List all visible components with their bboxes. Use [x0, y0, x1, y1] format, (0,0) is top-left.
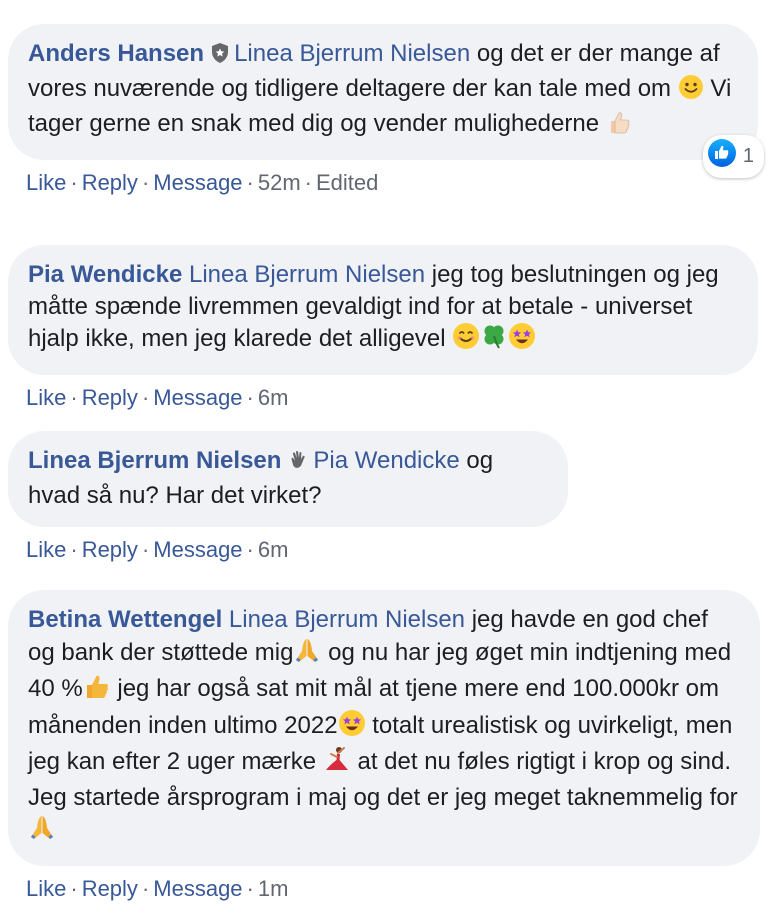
folded-hands-emoji-icon	[28, 813, 56, 850]
comment-text: at det nu føles rigtigt i krop og sind.	[350, 748, 732, 775]
comment: Anders Hansen Linea Bjerrum Nielsen og de…	[8, 24, 764, 196]
star-struck-emoji-icon	[338, 709, 366, 746]
woman-dancing-emoji-icon	[323, 745, 351, 782]
separator: ·	[304, 169, 312, 195]
four-leaf-clover-emoji-icon	[480, 322, 508, 359]
like-link[interactable]: Like	[26, 385, 66, 410]
comment-timestamp[interactable]: 6m	[258, 537, 289, 562]
like-link[interactable]: Like	[26, 170, 66, 195]
comment-mention[interactable]: Pia Wendicke	[313, 447, 459, 474]
waving-hand-badge-icon	[287, 448, 309, 480]
comment-mention[interactable]: Linea Bjerrum Nielsen	[234, 40, 470, 67]
reply-link[interactable]: Reply	[82, 876, 138, 901]
thumbs-up-emoji-icon	[83, 672, 111, 709]
separator: ·	[246, 169, 254, 195]
comment: Betina Wettengel Linea Bjerrum Nielsen j…	[8, 590, 760, 902]
separator: ·	[246, 875, 254, 901]
separator: ·	[70, 384, 78, 410]
message-link[interactable]: Message	[153, 170, 242, 195]
reply-link[interactable]: Reply	[82, 170, 138, 195]
comment-author[interactable]: Anders Hansen	[28, 40, 204, 67]
comment-mention[interactable]: Linea Bjerrum Nielsen	[189, 261, 425, 288]
reply-link[interactable]: Reply	[82, 385, 138, 410]
comment-mention[interactable]: Linea Bjerrum Nielsen	[229, 606, 465, 633]
comment-bubble: Linea Bjerrum Nielsen Pia Wendicke og hva…	[8, 431, 568, 527]
comment-bubble: Pia Wendicke Linea Bjerrum Nielsen jeg t…	[8, 245, 758, 375]
comment-timestamp[interactable]: 52m	[258, 170, 301, 195]
comment-timestamp[interactable]: 1m	[258, 876, 289, 901]
comment-actions: Like · Reply · Message · 6m	[26, 385, 758, 411]
reaction-count-text: 1	[742, 145, 754, 167]
message-link[interactable]: Message	[153, 876, 242, 901]
comment: Linea Bjerrum Nielsen Pia Wendicke og hva…	[8, 431, 568, 563]
message-link[interactable]: Message	[153, 537, 242, 562]
separator: ·	[70, 169, 78, 195]
folded-hands-emoji-icon	[293, 636, 321, 673]
comment-timestamp[interactable]: 6m	[258, 385, 289, 410]
comment: Pia Wendicke Linea Bjerrum Nielsen jeg t…	[8, 245, 758, 411]
comment-bubble: Betina Wettengel Linea Bjerrum Nielsen j…	[8, 590, 760, 866]
separator: ·	[246, 537, 254, 562]
smiley-emoji-icon	[678, 74, 704, 109]
thumbs-up-emoji-icon	[606, 109, 632, 144]
comment-actions: Like · Reply · Message · 6m	[26, 537, 568, 563]
edited-label[interactable]: Edited	[316, 170, 378, 195]
comment-author[interactable]: Betina Wettengel	[28, 606, 222, 633]
smiling-face-emoji-icon	[452, 322, 480, 359]
separator: ·	[141, 169, 150, 195]
separator: ·	[70, 875, 78, 901]
comment-author[interactable]: Pia Wendicke	[28, 261, 182, 288]
message-link[interactable]: Message	[153, 385, 242, 410]
admin-shield-icon	[210, 41, 230, 73]
comment-author[interactable]: Linea Bjerrum Nielsen	[28, 447, 281, 474]
separator: ·	[141, 537, 150, 562]
comment-actions: Like · Reply · Message · 1m	[26, 876, 760, 902]
star-struck-emoji-icon	[508, 322, 536, 359]
reply-link[interactable]: Reply	[82, 537, 138, 562]
separator: ·	[141, 875, 150, 901]
separator: ·	[246, 384, 254, 410]
like-link[interactable]: Like	[26, 876, 66, 901]
comment-actions: Like · Reply · Message · 52m · Edited	[26, 170, 758, 196]
separator: ·	[141, 384, 150, 410]
comment-text: Jeg startede årsprogram i maj og det er …	[28, 783, 738, 811]
like-link[interactable]: Like	[26, 537, 66, 562]
separator: ·	[70, 537, 78, 562]
comment-bubble: Anders Hansen Linea Bjerrum Nielsen og de…	[8, 24, 764, 178]
reaction-count[interactable]: 1	[702, 134, 764, 178]
like-reaction-icon	[707, 138, 737, 175]
